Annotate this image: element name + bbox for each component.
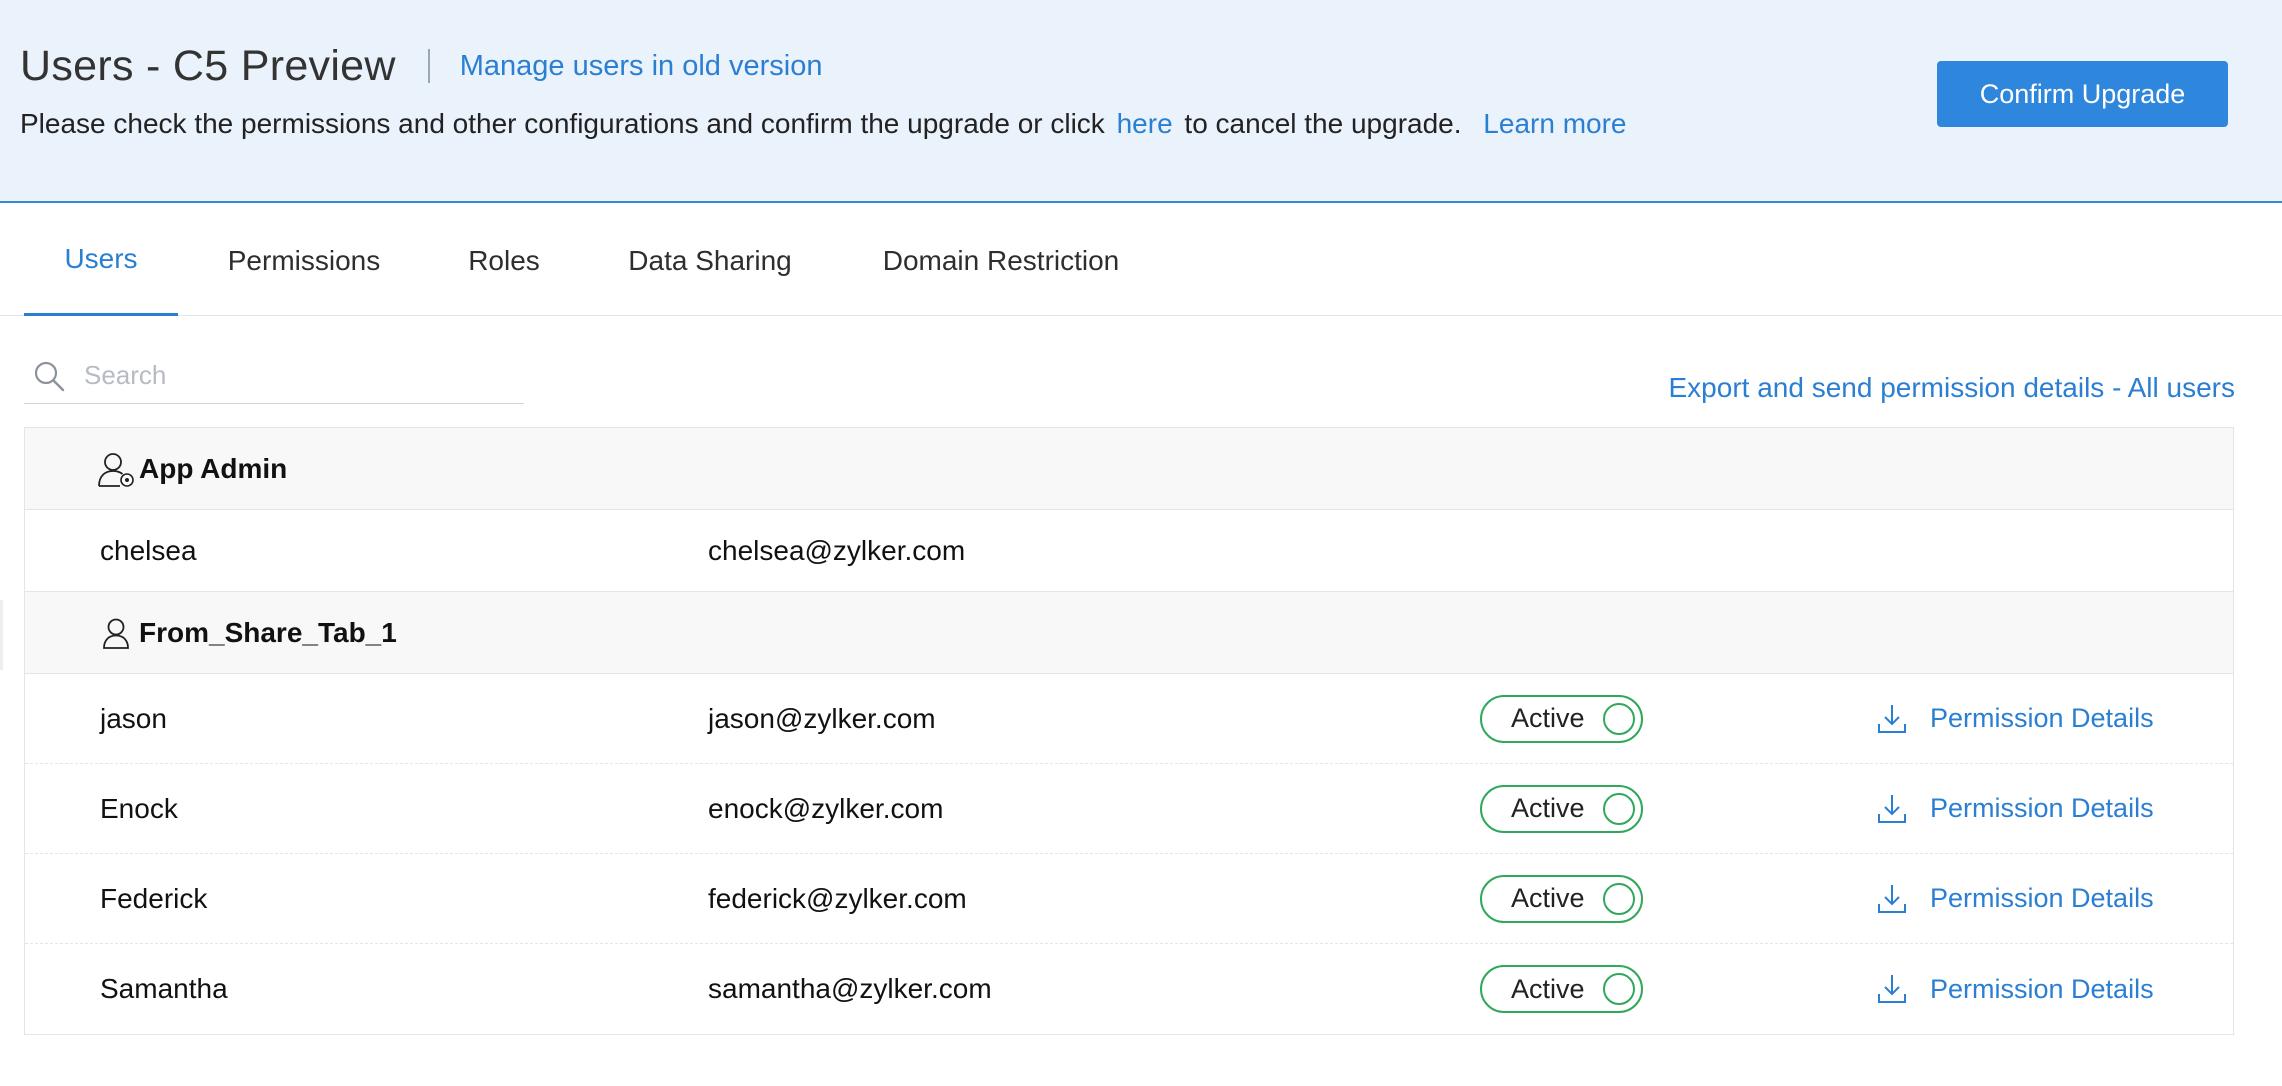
user-email: federick@zylker.com [708, 882, 967, 914]
page-title: Users - C5 Preview [20, 41, 396, 90]
title-divider [427, 49, 430, 83]
user-name: chelsea [100, 534, 197, 566]
search-bar [24, 348, 524, 404]
status-toggle[interactable]: Active [1480, 784, 1643, 833]
permission-details-label: Permission Details [1930, 793, 2154, 823]
toggle-knob [1603, 973, 1635, 1005]
user-table: App Admin chelsea chelsea@zylker.com Fro… [24, 427, 2234, 1035]
banner-description: Please check the permissions and other c… [20, 108, 1630, 140]
status-toggle[interactable]: Active [1480, 694, 1643, 743]
status-label: Active [1511, 973, 1585, 1004]
group-name: App Admin [139, 452, 288, 484]
permission-details-label: Permission Details [1930, 883, 2154, 913]
user-name: Enock [100, 792, 178, 824]
tab-users[interactable]: Users [24, 205, 178, 316]
user-icon [103, 618, 129, 649]
status-label: Active [1511, 883, 1585, 913]
status-label: Active [1511, 793, 1585, 823]
group-header-app-admin[interactable]: App Admin [25, 428, 2233, 510]
permission-details-link[interactable]: Permission Details [1875, 882, 2154, 916]
toggle-knob [1603, 792, 1635, 825]
learn-more-link[interactable]: Learn more [1483, 108, 1626, 139]
download-icon [1878, 794, 1906, 823]
manage-old-version-link[interactable]: Manage users in old version [460, 50, 823, 83]
permission-details-link[interactable]: Permission Details [1875, 702, 2154, 736]
toggle-knob [1603, 702, 1635, 735]
permission-details-label: Permission Details [1930, 703, 2154, 733]
user-email: jason@zylker.com [708, 702, 936, 734]
search-icon [34, 361, 65, 391]
permission-details-link[interactable]: Permission Details [1875, 972, 2154, 1006]
cancel-upgrade-link[interactable]: here [1117, 108, 1173, 139]
user-name: Federick [100, 882, 208, 914]
download-icon [1878, 975, 1906, 1003]
group-header-from-share-tab-1[interactable]: From_Share_Tab_1 [25, 592, 2233, 674]
user-email: samantha@zylker.com [708, 973, 992, 1004]
user-name: Samantha [100, 973, 228, 1004]
banner-description-text: Please check the permissions and other c… [20, 108, 1105, 139]
permission-details-link[interactable]: Permission Details [1875, 792, 2154, 826]
group-name: From_Share_Tab_1 [139, 616, 397, 648]
confirm-upgrade-button[interactable]: Confirm Upgrade [1937, 61, 2228, 127]
status-toggle[interactable]: Active [1480, 965, 1643, 1013]
table-row[interactable]: jason jason@zylker.com Active Permission… [25, 674, 2233, 764]
search-input[interactable] [84, 360, 504, 391]
table-row[interactable]: Samantha samantha@zylker.com Active Perm… [25, 944, 2233, 1034]
tab-permissions[interactable]: Permissions [212, 205, 396, 316]
tab-bar: Users Permissions Roles Data Sharing Dom… [0, 205, 2282, 316]
tab-domain-restriction[interactable]: Domain Restriction [870, 205, 1132, 316]
left-scroll-edge [0, 600, 3, 670]
download-icon [1878, 704, 1906, 733]
status-toggle[interactable]: Active [1480, 874, 1643, 923]
tab-roles[interactable]: Roles [455, 205, 553, 316]
status-label: Active [1511, 703, 1585, 733]
tab-data-sharing[interactable]: Data Sharing [610, 205, 810, 316]
table-row[interactable]: Federick federick@zylker.com Active Perm… [25, 854, 2233, 944]
banner-title-row: Users - C5 Preview Manage users in old v… [20, 36, 822, 96]
upgrade-banner: Users - C5 Preview Manage users in old v… [0, 0, 2282, 203]
export-permission-details-link[interactable]: Export and send permission details - All… [1669, 372, 2236, 404]
admin-user-icon [98, 452, 134, 487]
permission-details-label: Permission Details [1930, 973, 2154, 1004]
banner-description-suffix: to cancel the upgrade. [1184, 108, 1462, 139]
table-row[interactable]: Enock enock@zylker.com Active Permission… [25, 764, 2233, 854]
table-row[interactable]: chelsea chelsea@zylker.com [25, 510, 2233, 592]
user-email: chelsea@zylker.com [708, 534, 966, 566]
user-email: enock@zylker.com [708, 792, 944, 824]
user-name: jason [100, 702, 167, 734]
download-icon [1878, 884, 1906, 913]
toggle-knob [1603, 882, 1635, 915]
